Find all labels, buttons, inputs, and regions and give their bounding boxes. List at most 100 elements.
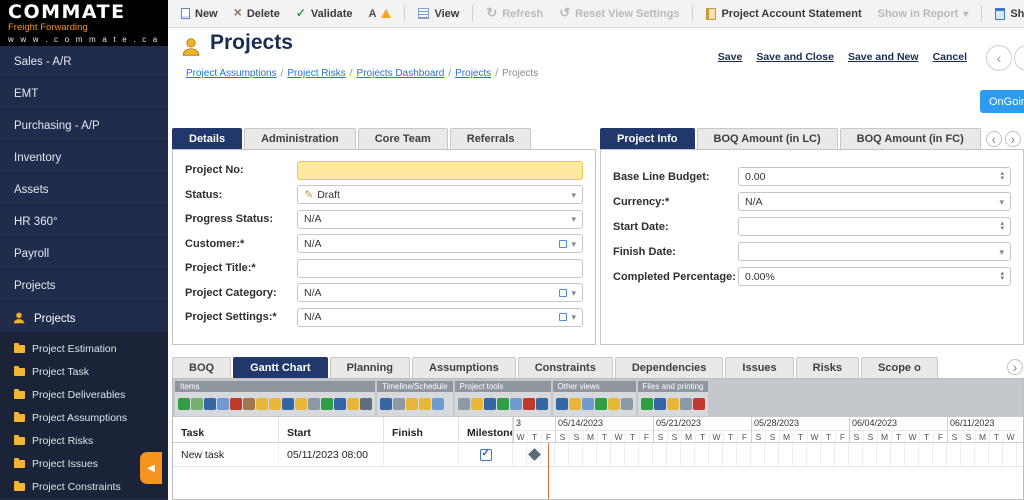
task-start-cell[interactable]: 05/11/2023 08:00 (279, 443, 384, 466)
warning-button[interactable] (361, 5, 398, 23)
logo[interactable]: COMMATE Freight Forwarding w w w . c o m… (0, 0, 168, 46)
sidebar-item-hr360[interactable]: HR 360° (0, 206, 168, 238)
gantt-tool-icon[interactable] (581, 398, 594, 410)
sidebar-item-sales-ar[interactable]: Sales - A/R (0, 46, 168, 78)
show-audit-logs-button[interactable]: Show Audit Logs (988, 5, 1024, 23)
gantt-tool-icon[interactable] (406, 398, 418, 410)
status-select[interactable]: Draft (297, 185, 583, 205)
gantt-tool-icon[interactable] (269, 398, 281, 410)
view-button[interactable]: View (411, 5, 466, 23)
save-link[interactable]: Save (718, 51, 743, 63)
tab-dependencies[interactable]: Dependencies (614, 357, 724, 378)
column-header-start[interactable]: Start (279, 417, 384, 442)
gantt-tool-icon[interactable] (256, 398, 268, 410)
project-title-input[interactable] (297, 258, 583, 278)
tab-referrals[interactable]: Referrals (449, 128, 532, 149)
gantt-tool-icon[interactable] (393, 398, 405, 410)
breadcrumb-link-projects[interactable]: Projects (455, 68, 491, 79)
open-record-icon[interactable] (559, 288, 568, 297)
sidebar-collapse-button[interactable] (140, 452, 162, 484)
gantt-task-row[interactable]: New task 05/11/2023 08:00 (173, 443, 1023, 467)
task-finish-cell[interactable] (384, 443, 459, 466)
column-header-task[interactable]: Task (173, 417, 279, 442)
gantt-tool-icon[interactable] (568, 398, 581, 410)
gantt-tool-icon[interactable] (204, 398, 216, 410)
gantt-tool-icon[interactable] (594, 398, 607, 410)
customer-select[interactable]: N/A (297, 234, 583, 254)
tab-risks[interactable]: Risks (795, 357, 860, 378)
validate-button[interactable]: Validate (289, 5, 360, 23)
tab-assumptions[interactable]: Assumptions (412, 357, 516, 378)
gantt-tool-icon[interactable] (178, 398, 190, 410)
spinner-icon[interactable] (1000, 272, 1004, 281)
gantt-tool-icon[interactable] (419, 398, 431, 410)
milestone-checkbox[interactable] (479, 448, 492, 461)
tab-issues[interactable]: Issues (725, 357, 794, 378)
gantt-tool-icon[interactable] (457, 398, 470, 410)
gantt-tool-icon[interactable] (496, 398, 509, 410)
previous-record-button[interactable] (986, 45, 1012, 71)
gantt-tool-icon[interactable] (432, 398, 444, 410)
sidebar-item-project-deliverables[interactable]: Project Deliverables (0, 383, 168, 406)
open-record-icon[interactable] (559, 239, 568, 248)
currency-select[interactable]: N/A (738, 192, 1011, 211)
gantt-tool-icon[interactable] (535, 398, 548, 410)
reset-view-settings-button[interactable]: Reset View Settings (552, 4, 686, 23)
project-settings-select[interactable]: N/A (297, 307, 583, 327)
tab-scope-of-work[interactable]: Scope o (861, 357, 938, 378)
tab-boq-amount-lc[interactable]: BOQ Amount (in LC) (696, 128, 838, 149)
gantt-tool-icon[interactable] (509, 398, 522, 410)
show-in-report-button[interactable]: Show in Report (871, 5, 976, 23)
gantt-tool-icon[interactable] (282, 398, 294, 410)
gantt-tool-icon[interactable] (470, 398, 483, 410)
delete-button[interactable]: Delete (227, 4, 287, 23)
gantt-tool-icon[interactable] (295, 398, 307, 410)
tab-planning[interactable]: Planning (329, 357, 411, 378)
gantt-tool-icon[interactable] (653, 398, 666, 410)
breadcrumb-link-projects-dashboard[interactable]: Projects Dashboard (357, 68, 445, 79)
start-date-input[interactable] (738, 217, 1011, 236)
tab-gantt-chart[interactable]: Gantt Chart (233, 357, 328, 378)
gantt-tool-icon[interactable] (217, 398, 229, 410)
gantt-tool-icon[interactable] (666, 398, 679, 410)
sidebar-section-projects[interactable]: Projects (0, 306, 168, 332)
tab-scroll-right-button[interactable] (1004, 130, 1021, 147)
base-line-budget-input[interactable]: 0.00 (738, 167, 1011, 186)
gantt-tool-icon[interactable] (380, 398, 392, 410)
gantt-tool-icon[interactable] (230, 398, 242, 410)
spinner-icon[interactable] (1000, 172, 1004, 181)
sidebar-item-project-estimation[interactable]: Project Estimation (0, 337, 168, 360)
project-category-select[interactable]: N/A (297, 283, 583, 303)
project-no-input[interactable] (297, 160, 583, 180)
gantt-tool-icon[interactable] (555, 398, 568, 410)
gantt-tool-icon[interactable] (308, 398, 320, 410)
gantt-tool-icon[interactable] (321, 398, 333, 410)
gantt-tool-icon[interactable] (692, 398, 705, 410)
bottom-tab-scroll-right-button[interactable] (1007, 359, 1023, 375)
gantt-tool-icon[interactable] (679, 398, 692, 410)
refresh-button[interactable]: Refresh (479, 4, 550, 23)
sidebar-item-emt[interactable]: EMT (0, 78, 168, 110)
gantt-timeline-cell[interactable] (513, 443, 1023, 466)
tab-administration[interactable]: Administration (244, 128, 356, 149)
tab-boq-amount-fc[interactable]: BOQ Amount (in FC) (839, 128, 981, 149)
sidebar-item-purchasing-ap[interactable]: Purchasing - A/P (0, 110, 168, 142)
save-and-close-link[interactable]: Save and Close (756, 51, 834, 63)
tab-boq[interactable]: BOQ (172, 357, 232, 378)
tab-core-team[interactable]: Core Team (357, 128, 448, 149)
sidebar-item-project-risks[interactable]: Project Risks (0, 429, 168, 452)
open-record-icon[interactable] (559, 313, 568, 322)
breadcrumb-link-project-risks[interactable]: Project Risks (287, 68, 345, 79)
gantt-tool-icon[interactable] (620, 398, 633, 410)
sidebar-item-inventory[interactable]: Inventory (0, 142, 168, 174)
task-name-cell[interactable]: New task (173, 443, 279, 466)
sidebar-item-project-assumptions[interactable]: Project Assumptions (0, 406, 168, 429)
sidebar-item-assets[interactable]: Assets (0, 174, 168, 206)
project-account-statement-button[interactable]: Project Account Statement (699, 5, 868, 23)
tab-constraints[interactable]: Constraints (517, 357, 613, 378)
finish-date-input[interactable] (738, 242, 1011, 261)
gantt-tool-icon[interactable] (522, 398, 535, 410)
sidebar-item-payroll[interactable]: Payroll (0, 238, 168, 270)
column-header-finish[interactable]: Finish (384, 417, 459, 442)
gantt-tool-icon[interactable] (191, 398, 203, 410)
